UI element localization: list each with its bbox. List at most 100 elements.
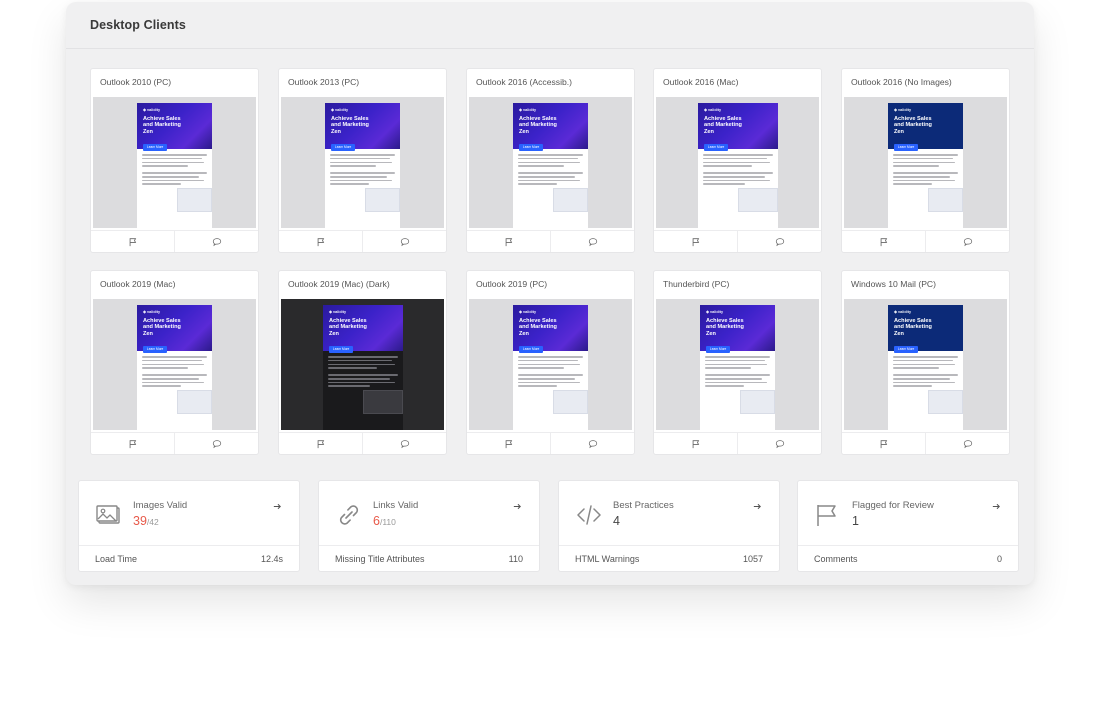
open-details-button[interactable] <box>988 498 1004 514</box>
comment-button[interactable] <box>550 433 634 454</box>
stat-card[interactable]: Images Valid 39/42 Load Time 12.4s <box>78 480 300 572</box>
card-actions <box>91 230 258 252</box>
email-preview[interactable]: validity Achieve Sales and Marketing Zen… <box>93 299 256 430</box>
stat-total: /110 <box>379 517 396 527</box>
email-render: validity Achieve Sales and Marketing Zen… <box>323 305 403 430</box>
card-actions <box>842 230 1009 252</box>
open-details-button[interactable] <box>749 498 765 514</box>
email-preview[interactable]: validity Achieve Sales and Marketing Zen… <box>844 299 1007 430</box>
email-preview[interactable]: validity Achieve Sales and Marketing Zen… <box>469 97 632 228</box>
client-name: Windows 10 Mail (PC) <box>851 279 937 289</box>
flag-button[interactable] <box>467 231 550 252</box>
panel-header: Desktop Clients <box>66 2 1034 49</box>
flag-button[interactable] <box>467 433 550 454</box>
flag-button[interactable] <box>279 433 362 454</box>
email-headline: Achieve Sales and Marketing Zen <box>329 318 367 337</box>
email-render: validity Achieve Sales and Marketing Zen… <box>513 305 588 430</box>
comment-button[interactable] <box>174 433 258 454</box>
email-render: validity Achieve Sales and Marketing Zen… <box>888 305 963 430</box>
email-image-block <box>928 390 963 415</box>
flag-button[interactable] <box>91 433 174 454</box>
client-card[interactable]: Thunderbird (PC) validity Achieve Sales … <box>653 270 822 455</box>
client-card[interactable]: Windows 10 Mail (PC) validity Achieve Sa… <box>841 270 1010 455</box>
stat-sub-value: 110 <box>508 554 523 564</box>
link-icon <box>335 501 363 529</box>
comment-button[interactable] <box>362 231 446 252</box>
flag-icon <box>128 237 138 247</box>
comment-button[interactable] <box>737 231 821 252</box>
email-preview[interactable]: validity Achieve Sales and Marketing Zen… <box>93 97 256 228</box>
stat-sub-label: Load Time <box>95 554 138 564</box>
comment-button[interactable] <box>550 231 634 252</box>
email-image-block <box>928 188 963 213</box>
email-preview[interactable]: validity Achieve Sales and Marketing Zen… <box>844 97 1007 228</box>
client-card[interactable]: Outlook 2019 (Mac) validity Achieve Sale… <box>90 270 259 455</box>
email-image-block <box>553 390 588 415</box>
flag-icon <box>691 237 701 247</box>
flag-icon <box>691 439 701 449</box>
stat-label: Flagged for Review <box>852 500 934 511</box>
email-body-text <box>325 149 400 186</box>
email-preview[interactable]: validity Achieve Sales and Marketing Zen… <box>469 299 632 430</box>
stat-sub-value: 0 <box>996 554 1002 564</box>
divider <box>798 545 1018 546</box>
flag-button[interactable] <box>654 231 737 252</box>
client-card[interactable]: Outlook 2016 (Accessib.) validity Achiev… <box>466 68 635 253</box>
card-actions <box>467 432 634 454</box>
divider <box>79 545 299 546</box>
comment-button[interactable] <box>925 433 1009 454</box>
flag-icon <box>879 237 889 247</box>
flag-button[interactable] <box>842 433 925 454</box>
stat-label: Images Valid <box>133 500 188 511</box>
comment-icon <box>400 237 410 247</box>
email-headline: Achieve Sales and Marketing Zen <box>331 116 369 135</box>
client-card[interactable]: Outlook 2016 (Mac) validity Achieve Sale… <box>653 68 822 253</box>
email-preview[interactable]: validity Achieve Sales and Marketing Zen… <box>656 97 819 228</box>
client-name: Outlook 2013 (PC) <box>288 77 360 87</box>
email-render: validity Achieve Sales and Marketing Zen… <box>700 305 775 430</box>
comment-button[interactable] <box>362 433 446 454</box>
email-body-text <box>513 149 588 186</box>
email-preview[interactable]: validity Achieve Sales and Marketing Zen… <box>281 299 444 430</box>
client-name: Outlook 2019 (Mac) <box>100 279 176 289</box>
arrow-right-icon <box>752 501 763 512</box>
client-card[interactable]: Outlook 2016 (No Images) validity Achiev… <box>841 68 1010 253</box>
email-body-text <box>698 149 778 186</box>
card-actions <box>91 432 258 454</box>
email-logo: validity <box>894 107 957 112</box>
open-details-button[interactable] <box>269 498 285 514</box>
email-body-text <box>700 351 775 388</box>
email-cta: Learn More <box>704 143 729 151</box>
client-card[interactable]: Outlook 2013 (PC) validity Achieve Sales… <box>278 68 447 253</box>
email-image-block <box>177 188 212 213</box>
client-card[interactable]: Outlook 2019 (Mac) (Dark) validity Achie… <box>278 270 447 455</box>
flag-button[interactable] <box>91 231 174 252</box>
stat-card[interactable]: Flagged for Review 1 Comments 0 <box>797 480 1019 572</box>
flag-button[interactable] <box>654 433 737 454</box>
comment-button[interactable] <box>925 231 1009 252</box>
client-name: Thunderbird (PC) <box>663 279 730 289</box>
comment-button[interactable] <box>174 231 258 252</box>
email-body-text <box>513 351 588 388</box>
flag-button[interactable] <box>842 231 925 252</box>
open-details-button[interactable] <box>509 498 525 514</box>
email-cta: Learn More <box>894 143 919 151</box>
stat-sub-label: HTML Warnings <box>575 554 640 564</box>
flag-button[interactable] <box>279 231 362 252</box>
stat-card[interactable]: Links Valid 6/110 Missing Title Attribut… <box>318 480 540 572</box>
email-preview[interactable]: validity Achieve Sales and Marketing Zen… <box>281 97 444 228</box>
email-render: validity Achieve Sales and Marketing Zen… <box>888 103 963 228</box>
client-card[interactable]: Outlook 2010 (PC) validity Achieve Sales… <box>90 68 259 253</box>
client-card[interactable]: Outlook 2019 (PC) validity Achieve Sales… <box>466 270 635 455</box>
stat-card[interactable]: Best Practices 4 HTML Warnings 1057 <box>558 480 780 572</box>
client-name: Outlook 2016 (Accessib.) <box>476 77 573 87</box>
card-actions <box>842 432 1009 454</box>
email-logo: validity <box>519 107 582 112</box>
email-body-text <box>137 149 212 186</box>
comment-button[interactable] <box>737 433 821 454</box>
email-preview[interactable]: validity Achieve Sales and Marketing Zen… <box>656 299 819 430</box>
email-hero: validity Achieve Sales and Marketing Zen… <box>513 305 588 353</box>
stat-count: 39 <box>133 514 147 528</box>
email-hero: validity Achieve Sales and Marketing Zen… <box>513 103 588 151</box>
comment-icon <box>212 237 222 247</box>
